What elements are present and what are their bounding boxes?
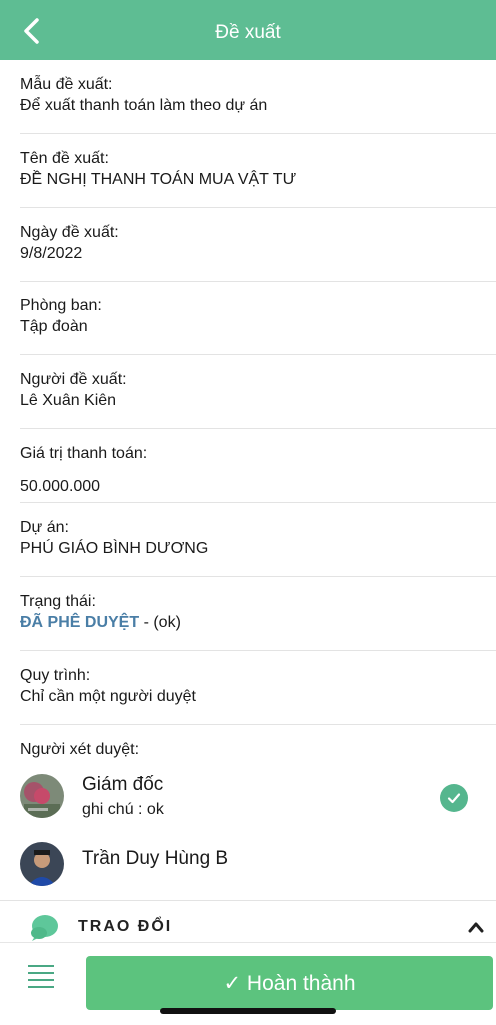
field-label: Dự án: xyxy=(20,519,69,536)
field-label: Trạng thái: xyxy=(20,593,96,610)
approved-check-icon xyxy=(440,784,468,812)
field-status: Trạng thái: ĐÃ PHÊ DUYỆT - (ok) xyxy=(20,577,496,651)
field-project: Dự án: PHÚ GIÁO BÌNH DƯƠNG xyxy=(20,503,496,577)
field-value: Tập đoàn xyxy=(20,318,88,335)
page-title: Đề xuất xyxy=(215,22,281,43)
reviewer-item: Giám đốc ghi chú : ok xyxy=(20,774,496,834)
reviewers-label: Người xét duyệt: xyxy=(20,741,140,758)
menu-icon xyxy=(28,972,54,974)
field-workflow: Quy trình: Chỉ cần một người duyệt xyxy=(20,651,496,725)
field-label: Ngày đề xuất: xyxy=(20,224,119,241)
status-badge: ĐÃ PHÊ DUYỆT xyxy=(20,614,140,631)
menu-icon xyxy=(28,979,54,981)
status-note: - (ok) xyxy=(139,614,181,631)
field-label: Phòng ban: xyxy=(20,297,102,314)
field-label: Mẫu đề xuất: xyxy=(20,76,113,93)
field-label: Giá trị thanh toán: xyxy=(20,445,148,462)
field-payment-value: Giá trị thanh toán: 50.000.000 xyxy=(20,429,496,503)
chat-bubbles-icon xyxy=(31,915,58,941)
reviewer-item: Trần Duy Hùng B xyxy=(20,842,496,902)
field-proposal-name: Tên đề xuất: ĐỀ NGHỊ THANH TOÁN MUA VẬT … xyxy=(20,134,496,208)
reviewer-name: Trần Duy Hùng B xyxy=(82,848,229,869)
exchange-label: TRAO ĐỔI xyxy=(78,918,173,935)
field-label: Người đề xuất: xyxy=(20,371,127,388)
avatar xyxy=(20,842,64,886)
field-value: Để xuất thanh toán làm theo dự án xyxy=(20,97,268,114)
chevron-up-icon[interactable] xyxy=(468,921,484,933)
reviewer-name: Giám đốc xyxy=(82,774,164,795)
field-label: Quy trình: xyxy=(20,667,91,684)
avatar xyxy=(20,774,64,818)
status-value: ĐÃ PHÊ DUYỆT - (ok) xyxy=(20,614,181,632)
field-value: PHÚ GIÁO BÌNH DƯƠNG xyxy=(20,540,209,557)
field-proposer: Người đề xuất: Lê Xuân Kiên xyxy=(20,355,496,429)
app-header: Đề xuất xyxy=(0,0,496,60)
menu-icon xyxy=(28,965,54,967)
field-proposal-date: Ngày đề xuất: 9/8/2022 xyxy=(20,208,496,282)
menu-icon xyxy=(28,986,54,988)
menu-button[interactable] xyxy=(26,963,58,991)
field-value: 50.000.000 xyxy=(20,478,101,495)
field-value: 9/8/2022 xyxy=(20,245,83,262)
field-value: ĐỀ NGHỊ THANH TOÁN MUA VẬT TƯ xyxy=(20,171,297,188)
field-department: Phòng ban: Tập đoàn xyxy=(20,282,496,355)
reviewer-note: ghi chú : ok xyxy=(82,801,164,818)
home-indicator xyxy=(160,1008,336,1014)
complete-button[interactable]: ✓ Hoàn thành xyxy=(86,956,493,1010)
field-value: Chỉ cần một người duyệt xyxy=(20,688,196,705)
field-template: Mẫu đề xuất: Để xuất thanh toán làm theo… xyxy=(20,60,496,134)
field-value: Lê Xuân Kiên xyxy=(20,392,117,409)
field-label: Tên đề xuất: xyxy=(20,150,109,167)
exchange-section[interactable]: TRAO ĐỔI xyxy=(0,900,496,943)
